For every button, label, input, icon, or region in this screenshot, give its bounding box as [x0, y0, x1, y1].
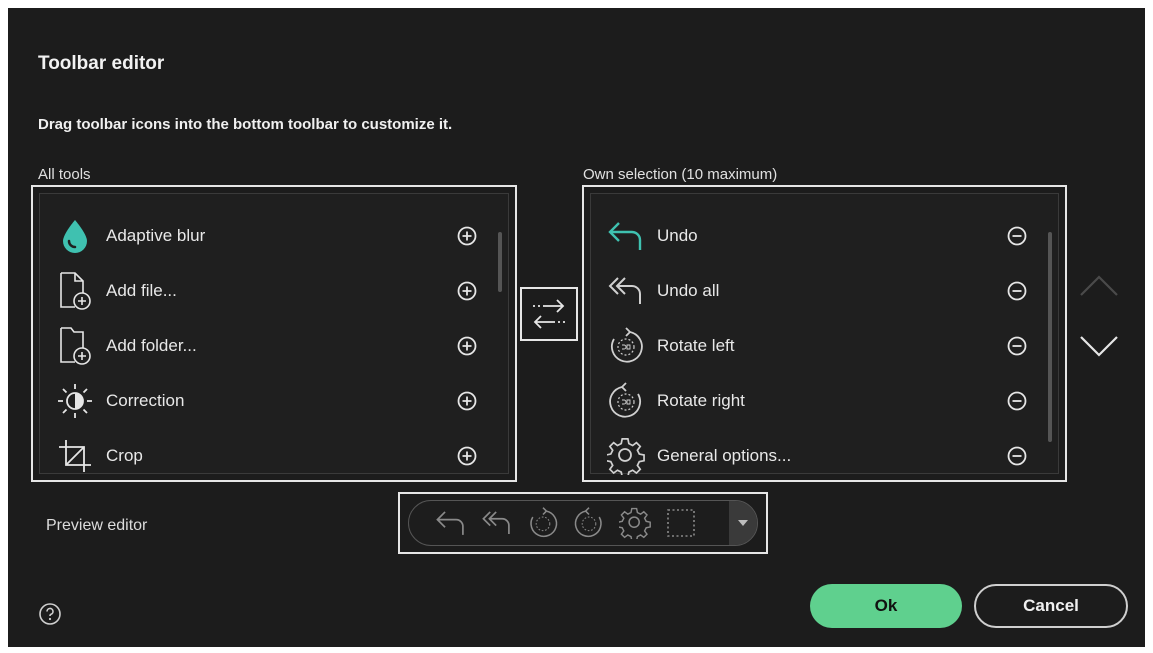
- selection-item-general-options[interactable]: General options...: [591, 428, 1034, 483]
- add-icon[interactable]: [456, 280, 478, 302]
- tool-item-label: Correction: [106, 390, 185, 410]
- selection-item-rotate-left[interactable]: Rotate left: [591, 318, 1034, 373]
- remove-icon[interactable]: [1006, 335, 1028, 357]
- selection-item-label: Undo: [657, 225, 698, 245]
- tool-item-label: Adaptive blur: [106, 225, 206, 245]
- selection-item-label: Rotate right: [657, 390, 745, 410]
- undo-icon: [599, 214, 653, 258]
- cancel-button[interactable]: Cancel: [974, 584, 1128, 628]
- all-tools-list: Adaptive blur Add file... Add folder...: [39, 193, 509, 474]
- help-icon[interactable]: [38, 602, 62, 626]
- tool-item-label: Crop: [106, 445, 143, 465]
- rotate-right-icon[interactable]: [569, 505, 609, 541]
- move-down-button[interactable]: [1074, 326, 1124, 366]
- ok-button[interactable]: Ok: [810, 584, 962, 628]
- remove-icon[interactable]: [1006, 280, 1028, 302]
- crop-icon: [48, 434, 102, 478]
- selection-item-label: Rotate left: [657, 335, 735, 355]
- tool-item-label: Add folder...: [106, 335, 197, 355]
- tool-item-correction[interactable]: Correction: [40, 373, 484, 428]
- all-tools-panel: Adaptive blur Add file... Add folder...: [31, 185, 517, 482]
- add-icon[interactable]: [456, 225, 478, 247]
- remove-icon[interactable]: [1006, 225, 1028, 247]
- add-folder-icon: [48, 324, 102, 368]
- own-selection-label: Own selection (10 maximum): [583, 166, 778, 183]
- caret-down-icon: [738, 520, 748, 526]
- dialog-title: Toolbar editor: [38, 53, 165, 74]
- brightness-icon: [48, 379, 102, 423]
- undo-all-icon[interactable]: [477, 505, 517, 541]
- toolbar-editor-dialog: Toolbar editor Drag toolbar icons into t…: [8, 8, 1145, 647]
- add-icon[interactable]: [456, 390, 478, 412]
- preview-more-button[interactable]: [729, 501, 757, 545]
- selection-item-undo-all[interactable]: Undo all: [591, 263, 1034, 318]
- selection-item-undo[interactable]: Undo: [591, 208, 1034, 263]
- rotate-right-icon: [599, 379, 653, 423]
- tool-item-adaptive-blur[interactable]: Adaptive blur: [40, 208, 484, 263]
- own-selection-scrollbar[interactable]: [1048, 208, 1052, 459]
- undo-icon[interactable]: [431, 505, 471, 541]
- dialog-subtitle: Drag toolbar icons into the bottom toolb…: [38, 116, 453, 133]
- remove-icon[interactable]: [1006, 390, 1028, 412]
- add-file-icon: [48, 269, 102, 313]
- swap-arrows-icon: [533, 299, 565, 329]
- selection-item-rotate-right[interactable]: Rotate right: [591, 373, 1034, 428]
- preview-editor-label: Preview editor: [46, 517, 148, 534]
- gear-icon[interactable]: [615, 505, 655, 541]
- scrollbar-thumb[interactable]: [1048, 232, 1052, 442]
- move-up-button[interactable]: [1074, 266, 1124, 306]
- undo-all-icon: [599, 269, 653, 313]
- own-selection-list: Undo Undo all Rotate left Rotate right G…: [590, 193, 1059, 475]
- chevron-up-icon: [1080, 275, 1118, 296]
- add-icon[interactable]: [456, 335, 478, 357]
- scrollbar-thumb[interactable]: [498, 232, 502, 292]
- remove-icon[interactable]: [1006, 445, 1028, 467]
- tool-item-add-folder[interactable]: Add folder...: [40, 318, 484, 373]
- swap-button[interactable]: [520, 287, 578, 341]
- drop-icon: [48, 214, 102, 258]
- preview-editor-box: [398, 492, 768, 554]
- rotate-left-icon[interactable]: [523, 505, 563, 541]
- all-tools-label: All tools: [38, 166, 91, 183]
- rotate-left-icon: [599, 324, 653, 368]
- tool-item-add-file[interactable]: Add file...: [40, 263, 484, 318]
- own-selection-panel: Undo Undo all Rotate left Rotate right G…: [582, 185, 1067, 482]
- preview-toolbar: [408, 500, 758, 546]
- all-tools-scrollbar[interactable]: [498, 208, 502, 459]
- tool-item-label: Add file...: [106, 280, 177, 300]
- selection-item-label: Undo all: [657, 280, 720, 300]
- selection-item-label: General options...: [657, 445, 792, 465]
- add-icon[interactable]: [456, 445, 478, 467]
- selection-icon[interactable]: [661, 505, 701, 541]
- chevron-down-icon: [1080, 336, 1118, 357]
- tool-item-crop[interactable]: Crop: [40, 428, 484, 483]
- gear-icon: [599, 434, 653, 478]
